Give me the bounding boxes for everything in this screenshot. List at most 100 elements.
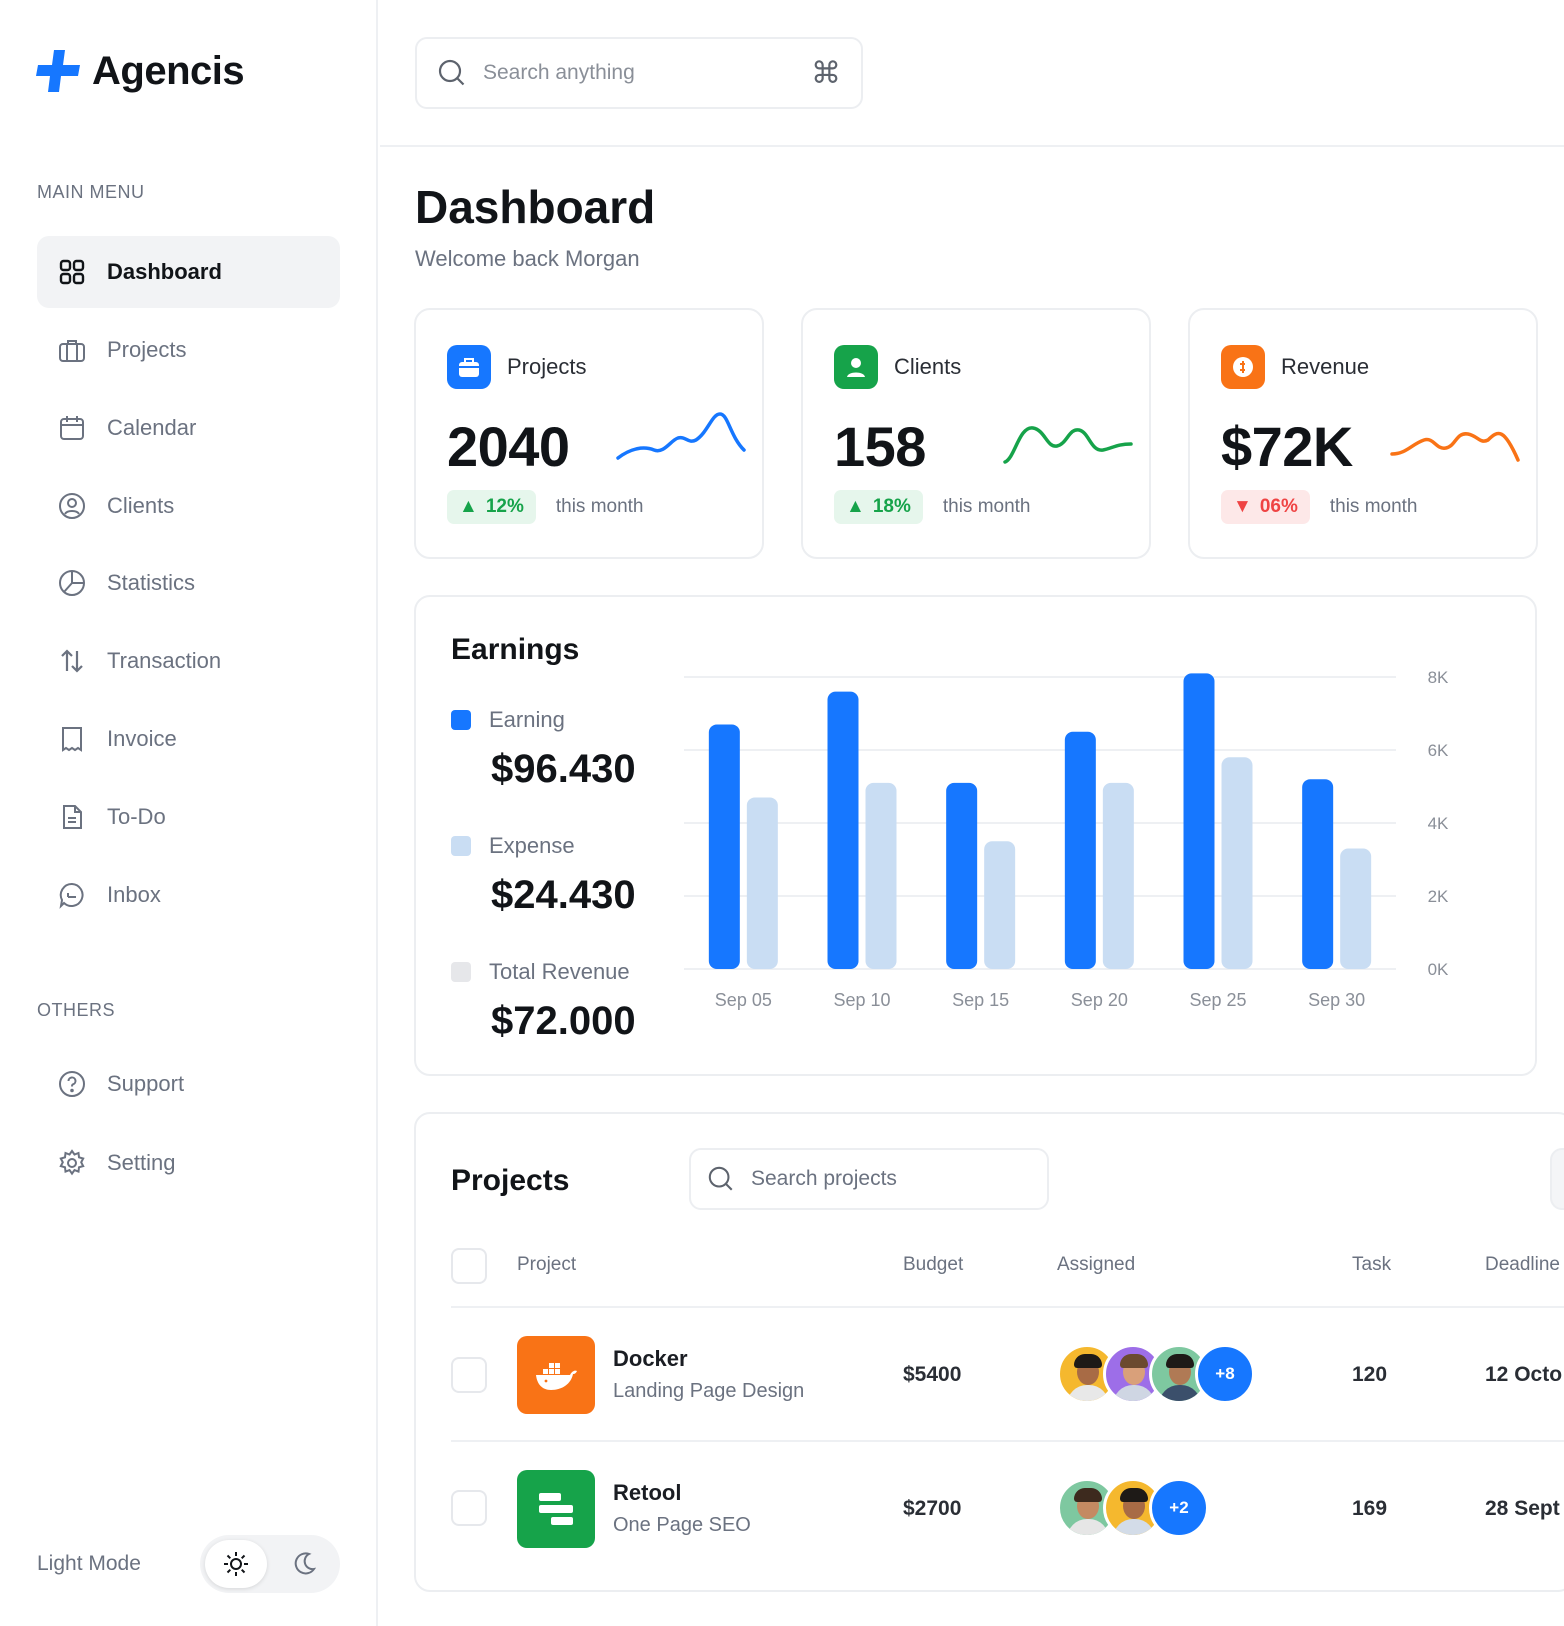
stat-label: Clients (894, 354, 962, 379)
sidebar-item-invoice[interactable]: Invoice (37, 703, 340, 775)
stat-card-clients[interactable]: Clients 158 ▲ 18% this month (801, 308, 1151, 559)
help-circle-icon (57, 1069, 87, 1099)
sidebar: Agencis MAIN MENU Dashboard Projects Cal… (0, 0, 378, 1626)
row-divider (451, 1440, 1564, 1442)
theme-switcher: Light Mode (37, 1535, 340, 1593)
project-description: One Page SEO (613, 1514, 751, 1536)
bar-earning (827, 691, 859, 969)
theme-toggle[interactable] (200, 1535, 340, 1593)
search-input[interactable]: Search anything (483, 61, 795, 85)
project-budget: $2700 (903, 1497, 962, 1520)
projects-search[interactable]: Search projects (689, 1148, 1049, 1210)
arrow-up-icon: ▲ (459, 496, 478, 517)
column-header-budget[interactable]: Budget (903, 1254, 963, 1276)
arrow-down-icon: ▼ (1233, 496, 1252, 517)
column-header-project[interactable]: Project (517, 1254, 576, 1276)
project-name[interactable]: Docker (613, 1346, 688, 1372)
brand-logo[interactable]: Agencis (36, 48, 245, 94)
gear-icon (57, 1148, 87, 1178)
coin-icon (1221, 345, 1265, 389)
x-tick-label: Sep 20 (1071, 990, 1128, 1010)
filter-button[interactable] (1550, 1148, 1564, 1210)
sidebar-item-inbox[interactable]: Inbox (37, 859, 340, 931)
y-tick-label: 4K (1428, 814, 1449, 833)
column-header-assigned[interactable]: Assigned (1057, 1254, 1135, 1276)
retool-icon (517, 1470, 595, 1548)
project-deadline: 28 Sept (1485, 1497, 1560, 1520)
x-tick-label: Sep 30 (1308, 990, 1365, 1010)
stat-card-revenue[interactable]: Revenue $72K ▼ 06% this month (1188, 308, 1538, 559)
chat-icon (57, 880, 87, 910)
assigned-avatars[interactable]: +2 (1057, 1478, 1209, 1538)
bar-expense (1340, 848, 1372, 969)
sidebar-item-label: Projects (107, 337, 187, 362)
stat-value: 2040 (447, 415, 570, 478)
delta-value: 06% (1259, 496, 1298, 517)
bar-expense (865, 782, 897, 969)
sidebar-item-dashboard[interactable]: Dashboard (37, 236, 340, 308)
bar-earning (1064, 731, 1096, 969)
brand-name: Agencis (92, 48, 245, 93)
others-title: OTHERS (37, 1000, 116, 1020)
x-tick-label: Sep 10 (833, 990, 890, 1010)
column-header-deadline[interactable]: Deadline (1485, 1254, 1560, 1276)
sidebar-item-projects[interactable]: Projects (37, 314, 340, 386)
dark-mode-button[interactable] (273, 1540, 335, 1588)
earnings-card: Earnings Earning $96.430 Expense $24.430… (414, 595, 1537, 1076)
row-divider (451, 1306, 1564, 1308)
sidebar-item-label: Statistics (107, 570, 196, 595)
theme-label: Light Mode (37, 1552, 141, 1575)
row-checkbox[interactable] (451, 1490, 487, 1526)
stat-value: $72K (1221, 415, 1353, 478)
y-tick-label: 8K (1428, 668, 1449, 687)
page-subtitle: Welcome back Morgan (415, 246, 640, 271)
sidebar-item-support[interactable]: Support (37, 1048, 340, 1120)
projects-search-input[interactable]: Search projects (751, 1167, 897, 1191)
project-tasks: 120 (1352, 1363, 1388, 1386)
project-name[interactable]: Retool (613, 1480, 681, 1506)
sidebar-item-statistics[interactable]: Statistics (37, 547, 340, 619)
bar-earning (1183, 673, 1215, 969)
delta-period: this month (555, 496, 644, 517)
briefcase-icon (57, 335, 87, 365)
more-assignees-badge[interactable]: +2 (1149, 1478, 1209, 1538)
user-icon (834, 345, 878, 389)
delta-badge: ▲ 12% (447, 490, 536, 524)
search-icon (708, 1166, 733, 1191)
column-header-task[interactable]: Task (1352, 1254, 1391, 1276)
sidebar-item-clients[interactable]: Clients (37, 470, 340, 542)
sidebar-item-label: Calendar (107, 415, 197, 440)
delta-badge: ▼ 06% (1221, 490, 1310, 524)
light-mode-button[interactable] (205, 1540, 267, 1588)
sidebar-item-setting[interactable]: Setting (37, 1127, 340, 1199)
project-deadline: 12 Octo (1485, 1363, 1563, 1386)
grid-icon (57, 257, 87, 287)
assigned-avatars[interactable]: +8 (1057, 1344, 1255, 1404)
delta-value: 18% (872, 496, 911, 517)
stat-label: Revenue (1281, 354, 1370, 379)
global-search[interactable]: Search anything ⌘ (415, 37, 863, 109)
sparkline (1003, 426, 1133, 464)
bar-earning (708, 724, 740, 969)
y-tick-label: 2K (1428, 887, 1449, 906)
sidebar-item-todo[interactable]: To-Do (37, 781, 340, 853)
more-assignees-badge[interactable]: +8 (1195, 1344, 1255, 1404)
invoice-icon (57, 724, 87, 754)
sidebar-item-label: Transaction (107, 648, 222, 673)
bar-expense (984, 841, 1016, 969)
bar-expense (746, 797, 778, 969)
briefcase-icon (447, 345, 491, 389)
stat-card-projects[interactable]: Projects 2040 ▲ 12% this month (414, 308, 764, 559)
stat-label: Projects (507, 354, 587, 379)
sidebar-item-transaction[interactable]: Transaction (37, 625, 340, 697)
sparkline (616, 412, 746, 460)
pie-chart-icon (57, 568, 87, 598)
row-checkbox[interactable] (451, 1357, 487, 1393)
sidebar-item-calendar[interactable]: Calendar (37, 392, 340, 464)
select-all-checkbox[interactable] (451, 1248, 487, 1284)
delta-badge: ▲ 18% (834, 490, 923, 524)
sidebar-item-label: Invoice (107, 726, 177, 751)
sidebar-item-label: To-Do (107, 804, 166, 829)
sun-icon (224, 1552, 248, 1576)
project-tasks: 169 (1352, 1497, 1388, 1520)
